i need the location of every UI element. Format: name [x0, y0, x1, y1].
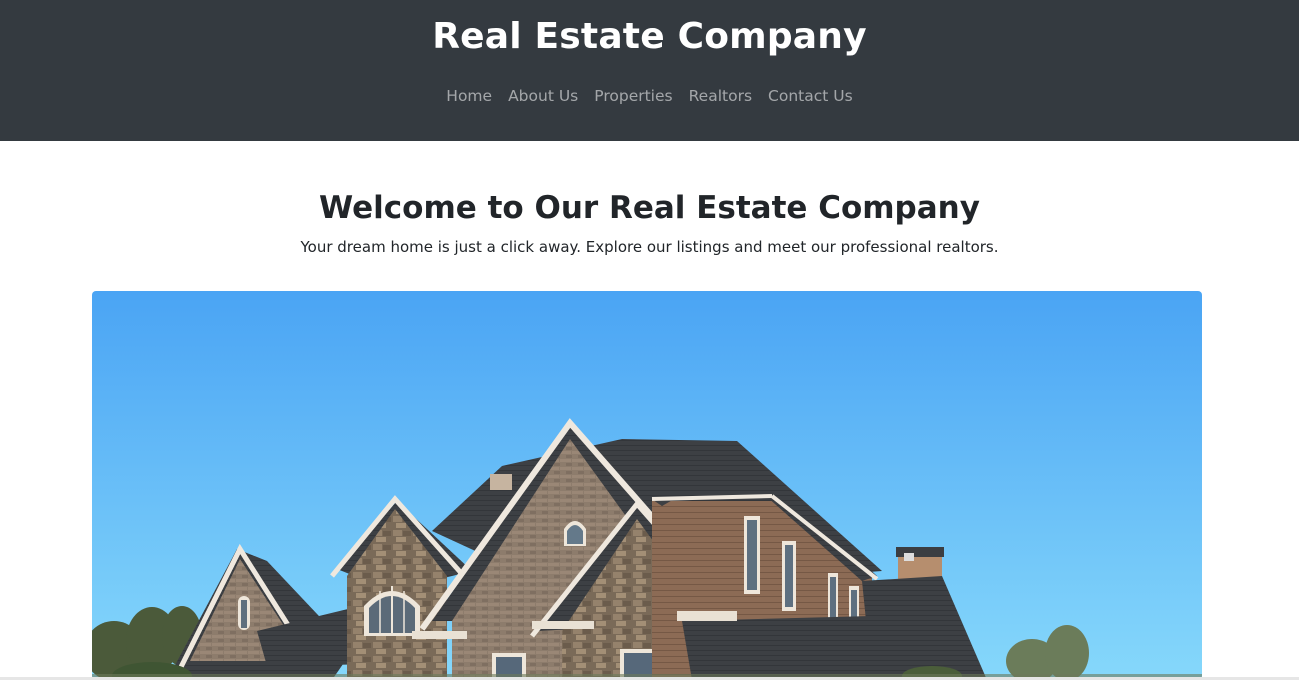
site-title: Real Estate Company	[432, 16, 867, 57]
site-header: Real Estate Company Home About Us Proper…	[0, 0, 1299, 141]
hero-image	[92, 291, 1202, 680]
house-photo	[92, 291, 1202, 680]
nav-about-us[interactable]: About Us	[508, 87, 578, 105]
main-nav: Home About Us Properties Realtors Contac…	[0, 87, 1299, 105]
nav-contact-us[interactable]: Contact Us	[768, 87, 853, 105]
nav-realtors[interactable]: Realtors	[689, 87, 752, 105]
welcome-subtitle: Your dream home is just a click away. Ex…	[300, 238, 999, 256]
nav-properties[interactable]: Properties	[594, 87, 672, 105]
nav-home[interactable]: Home	[446, 87, 492, 105]
welcome-title: Welcome to Our Real Estate Company	[319, 190, 980, 226]
